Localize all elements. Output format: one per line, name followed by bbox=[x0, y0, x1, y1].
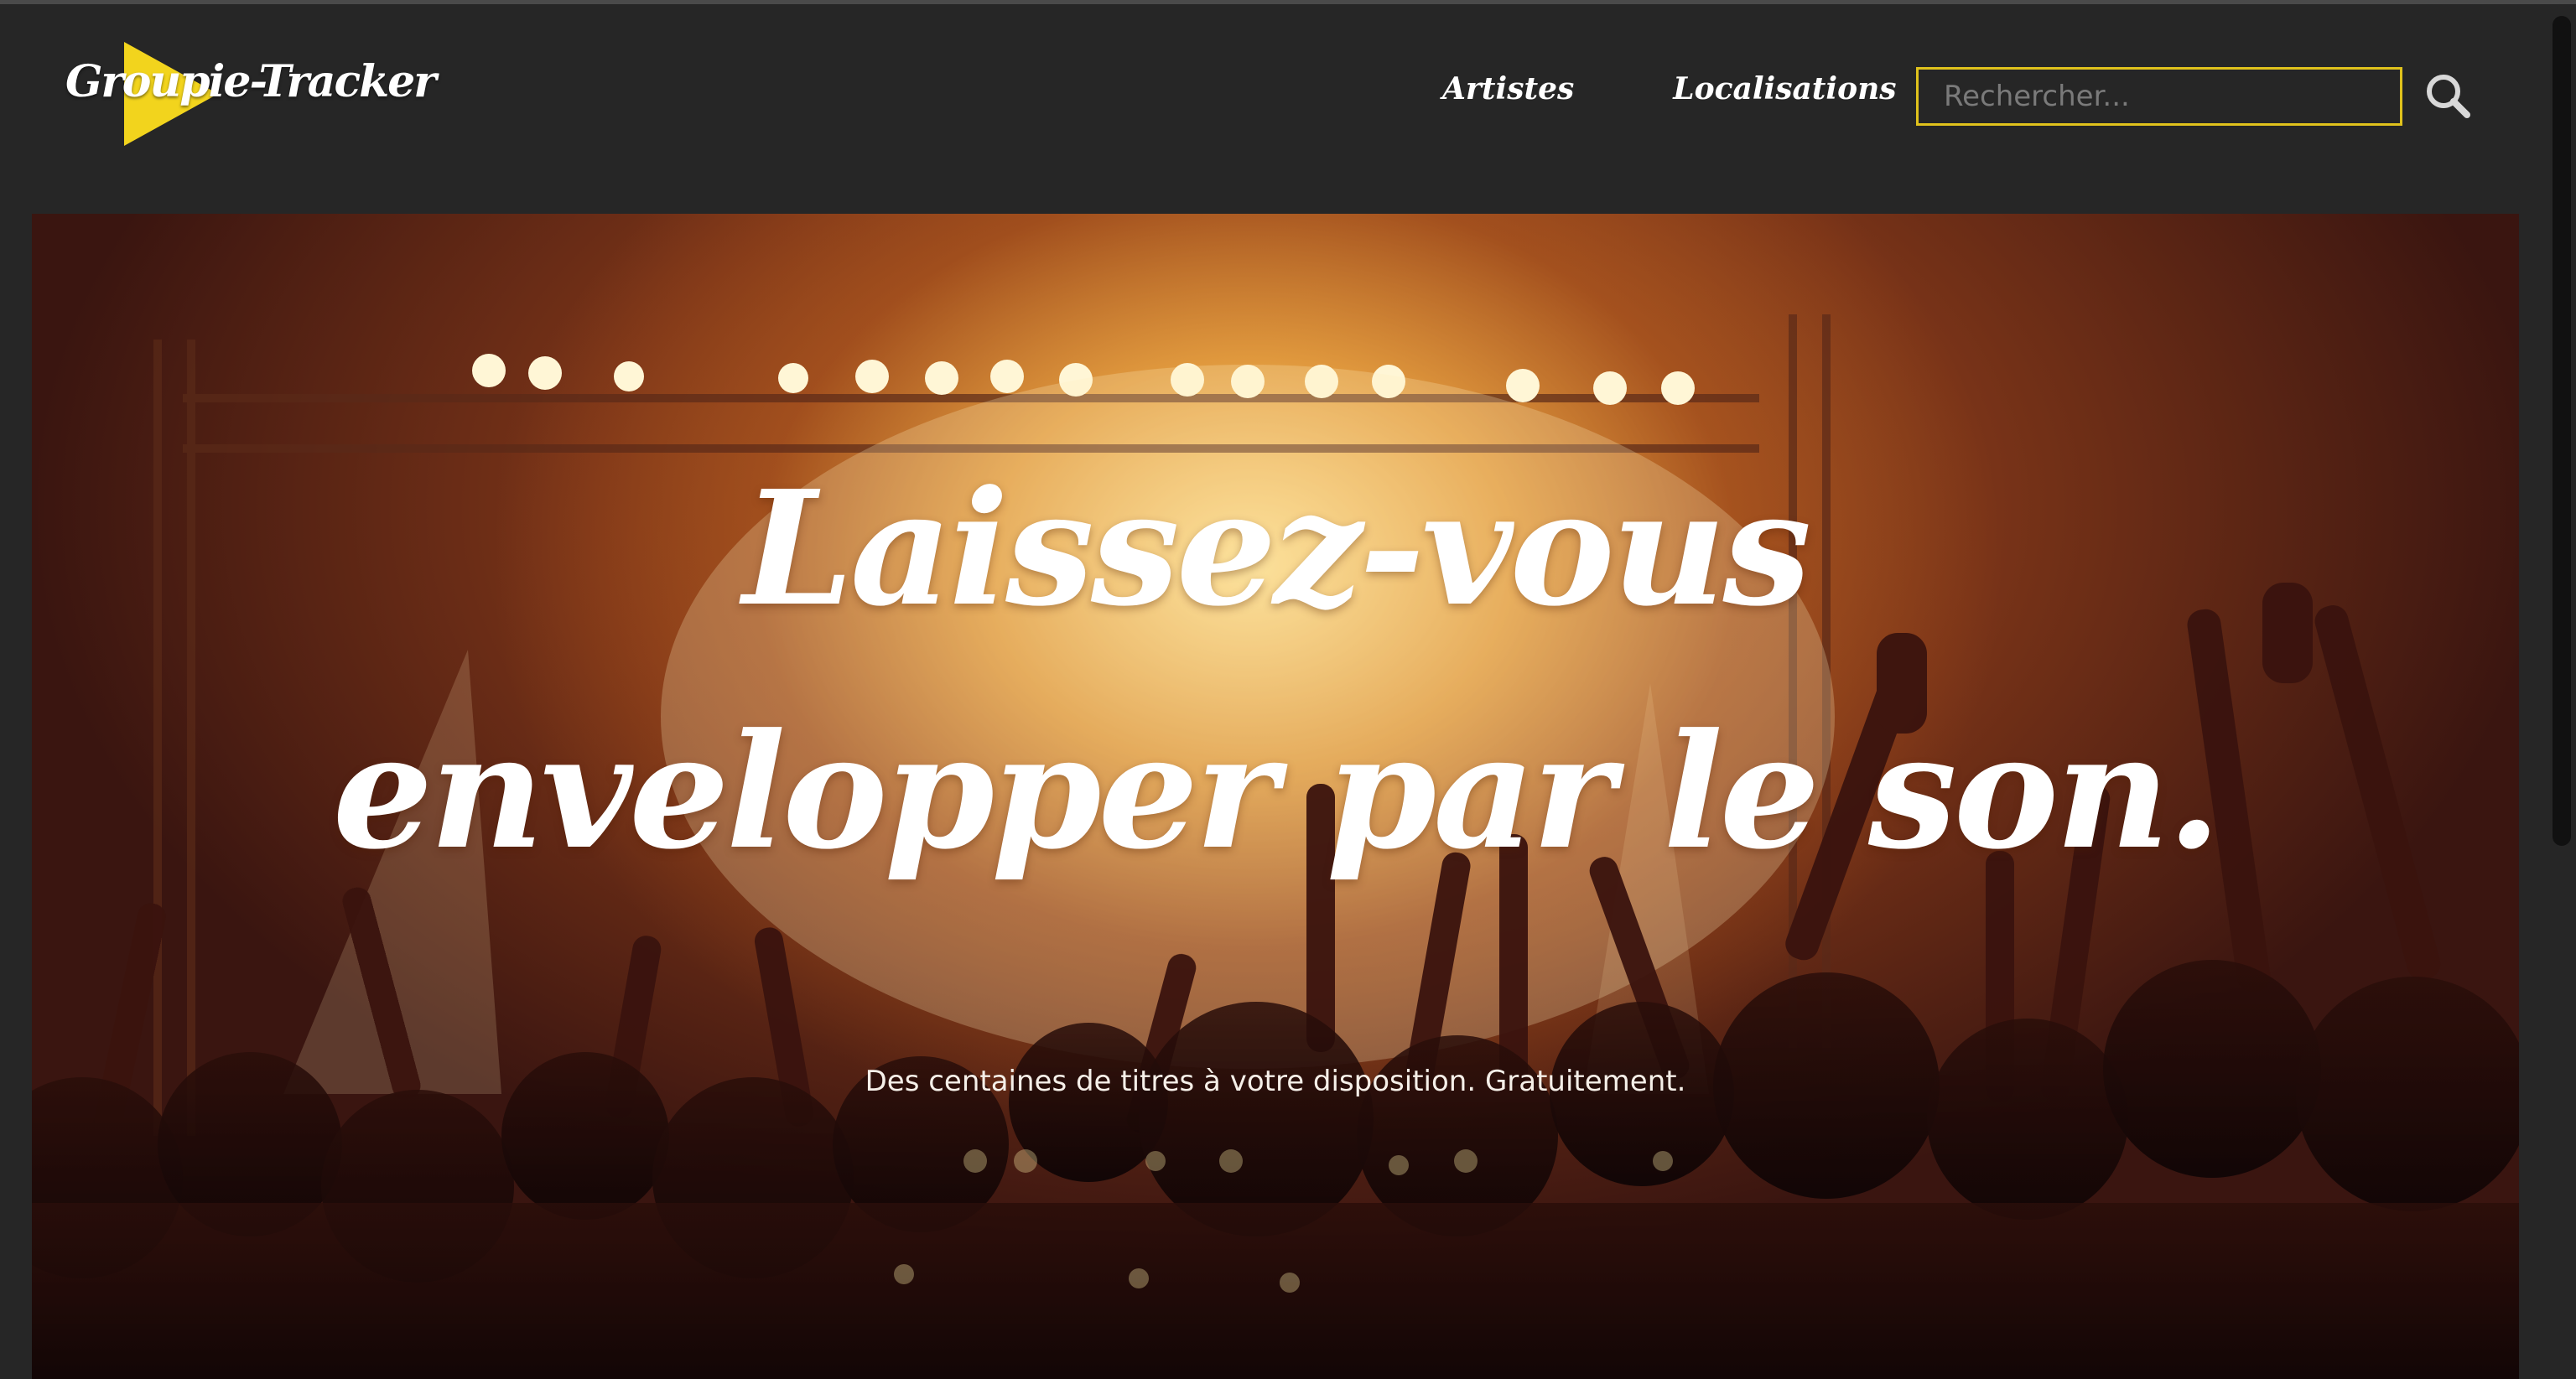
nav-link-artistes[interactable]: Artistes bbox=[1442, 71, 1574, 106]
search-icon bbox=[2427, 75, 2470, 118]
hero-subtitle: Des centaines de titres à votre disposit… bbox=[865, 1065, 1686, 1098]
hero-banner: Laissez-vous envelopper par le son. Des … bbox=[32, 214, 2519, 1379]
hero-title: Laissez-vous envelopper par le son. bbox=[332, 456, 2222, 884]
logo-text: Groupie-Tracker bbox=[65, 56, 437, 107]
search-input[interactable] bbox=[1916, 67, 2402, 126]
vertical-scrollbar[interactable] bbox=[2547, 4, 2576, 1379]
site-header: Groupie-Tracker Artistes Localisations bbox=[0, 4, 2544, 210]
search-button[interactable] bbox=[2422, 70, 2475, 123]
main-nav: Artistes Localisations bbox=[1442, 71, 1897, 106]
browser-window: Groupie-Tracker Artistes Localisations R… bbox=[0, 0, 2576, 1379]
site-logo[interactable]: Groupie-Tracker bbox=[65, 38, 437, 151]
scrollbar-thumb[interactable] bbox=[2553, 16, 2571, 846]
nav-link-localisations[interactable]: Localisations bbox=[1673, 71, 1896, 106]
